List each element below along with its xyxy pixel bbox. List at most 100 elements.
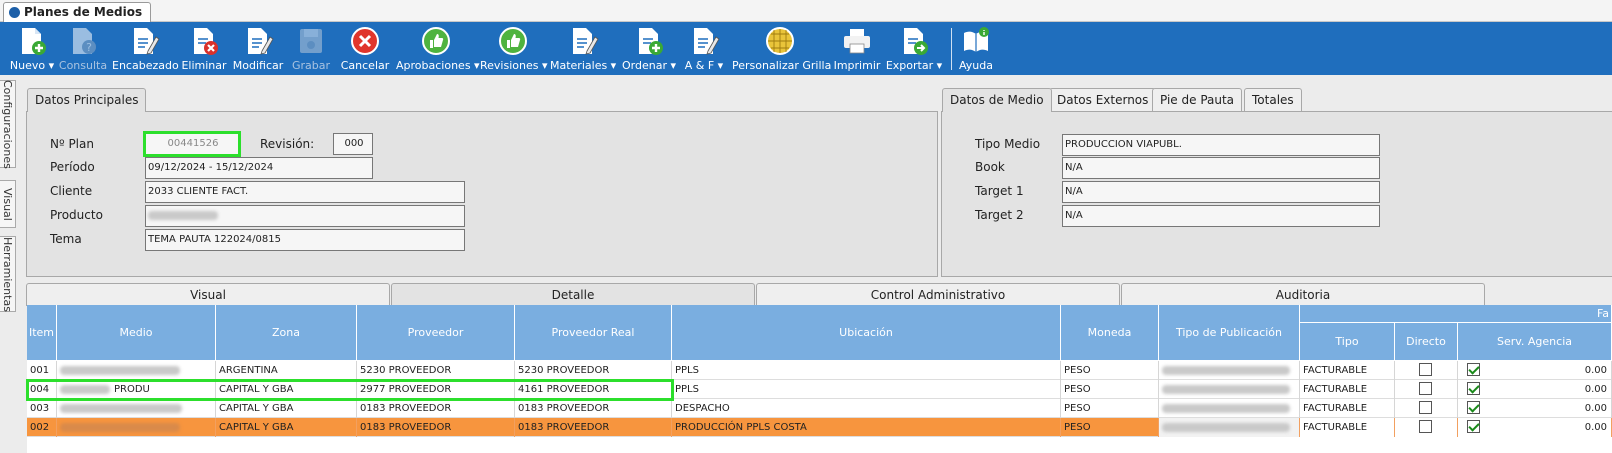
target1-field[interactable]: N/A <box>1062 181 1380 203</box>
svg-text:?: ? <box>86 41 92 54</box>
cell-proveedor-real: 0183 PROVEEDOR <box>515 418 672 437</box>
col-header-item[interactable]: Item <box>27 305 57 361</box>
eliminar-button[interactable]: Eliminar <box>180 22 228 75</box>
revisiones-button[interactable]: Revisiones ▾ <box>480 22 548 75</box>
table-row[interactable]: 003 CAPITAL Y GBA 0183 PROVEEDOR 0183 PR… <box>27 399 1612 418</box>
serv-agencia-checkbox[interactable] <box>1467 401 1480 414</box>
cell-tipo: FACTURABLE <box>1300 418 1395 437</box>
col-header-medio[interactable]: Medio <box>57 305 216 361</box>
serv-agencia-checkbox[interactable] <box>1467 420 1480 433</box>
col-header-tipo[interactable]: Tipo <box>1300 323 1395 361</box>
consulta-button[interactable]: ? Consulta <box>58 22 108 75</box>
cell-zona: CAPITAL Y GBA <box>216 380 357 399</box>
imprimir-button[interactable]: Imprimir <box>832 22 882 75</box>
materiales-button[interactable]: Materiales ▾ <box>550 22 616 75</box>
tab-datos-de-medio-label: Datos de Medio <box>950 93 1044 107</box>
a-y-f-button[interactable]: A & F ▾ <box>682 22 726 75</box>
personalizar-grilla-button[interactable]: Personalizar Grilla <box>732 22 831 75</box>
tab-visual-label: Visual <box>190 288 226 302</box>
cliente-field[interactable]: 2033 CLIENTE FACT. <box>145 181 465 203</box>
redacted-text <box>1162 384 1290 394</box>
side-tab-visual[interactable]: Visual <box>0 180 16 228</box>
modificar-button[interactable]: Modificar <box>230 22 286 75</box>
ayuda-button[interactable]: Ayuda <box>956 22 996 75</box>
tab-pie-de-pauta[interactable]: Pie de Pauta <box>1152 88 1243 111</box>
cell-ubicacion: PPLS <box>672 361 1061 380</box>
book-field[interactable]: N/A <box>1062 157 1380 179</box>
tab-datos-de-medio[interactable]: Datos de Medio <box>942 88 1052 112</box>
cell-amount: 0.00 <box>1584 365 1607 376</box>
cell-proveedor: 5230 PROVEEDOR <box>357 361 515 380</box>
col-header-ubicacion[interactable]: Ubicación <box>672 305 1061 361</box>
table-row[interactable]: 001 ARGENTINA 5230 PROVEEDOR 5230 PROVEE… <box>27 361 1612 380</box>
side-tab-herramientas[interactable]: Herramientas <box>0 236 16 312</box>
col-header-proveedor[interactable]: Proveedor <box>357 305 515 361</box>
target2-label: Target 2 <box>975 208 1024 222</box>
revision-field[interactable]: 000 <box>333 133 373 155</box>
tema-field[interactable]: TEMA PAUTA 122024/0815 <box>145 229 465 251</box>
revisiones-label: Revisiones ▾ <box>480 59 548 72</box>
col-header-directo[interactable]: Directo <box>1395 323 1458 361</box>
directo-checkbox[interactable] <box>1419 401 1432 414</box>
cell-item: 002 <box>27 418 57 437</box>
col-header-tipo-publicacion[interactable]: Tipo de Publicación <box>1159 305 1300 361</box>
tab-datos-principales[interactable]: Datos Principales <box>27 88 147 112</box>
cell-item: 001 <box>27 361 57 380</box>
side-tab-configuraciones[interactable]: Configuraciones <box>0 80 16 168</box>
toolbar-separator <box>951 28 952 70</box>
redacted-text <box>60 403 182 413</box>
doc-delete-icon <box>194 28 218 55</box>
col-header-moneda[interactable]: Moneda <box>1061 305 1159 361</box>
tab-datos-externos[interactable]: Datos Externos <box>1049 88 1157 111</box>
datos-principales-panel: Nº Plan 00441526 Revisión: 000 Período 0… <box>26 111 938 277</box>
serv-agencia-checkbox[interactable] <box>1467 382 1480 395</box>
grabar-label: Grabar <box>291 59 331 72</box>
table-row[interactable]: 004 PRODU CAPITAL Y GBA 2977 PROVEEDOR 4… <box>27 380 1612 399</box>
col-header-zona[interactable]: Zona <box>216 305 357 361</box>
table-row-selected[interactable]: 002 CAPITAL Y GBA 0183 PROVEEDOR 0183 PR… <box>27 418 1612 437</box>
ordenar-button[interactable]: Ordenar ▾ <box>620 22 678 75</box>
doc-add-icon <box>639 28 663 55</box>
cell-item: 004 <box>27 380 57 399</box>
target2-field[interactable]: N/A <box>1062 205 1380 227</box>
cell-serv-agencia: 0.00 <box>1458 418 1612 437</box>
cancel-icon <box>351 27 379 55</box>
serv-agencia-checkbox[interactable] <box>1467 363 1480 376</box>
directo-checkbox[interactable] <box>1419 420 1432 433</box>
tipo-medio-label: Tipo Medio <box>975 137 1041 151</box>
producto-field[interactable] <box>145 205 465 227</box>
periodo-field[interactable]: 09/12/2024 - 15/12/2024 <box>145 157 373 179</box>
col-header-proveedor-real[interactable]: Proveedor Real <box>515 305 672 361</box>
plan-field[interactable]: 00441526 <box>143 131 241 157</box>
periodo-label: Período <box>50 160 95 174</box>
cell-tipo: FACTURABLE <box>1300 380 1395 399</box>
exportar-label: Exportar ▾ <box>885 59 943 72</box>
exportar-button[interactable]: Exportar ▾ <box>884 22 944 75</box>
doc-question-icon: ? <box>73 28 96 54</box>
window-tab-planes-de-medios[interactable]: Planes de Medios <box>3 2 152 22</box>
cell-amount: 0.00 <box>1584 403 1607 414</box>
tab-detalle[interactable]: Detalle <box>391 283 755 306</box>
window-tab-title: Planes de Medios <box>24 5 143 19</box>
directo-checkbox[interactable] <box>1419 363 1432 376</box>
producto-label: Producto <box>50 208 103 222</box>
tab-visual[interactable]: Visual <box>26 283 390 306</box>
encabezado-button[interactable]: Encabezado <box>112 22 179 75</box>
tab-control-administrativo[interactable]: Control Administrativo <box>756 283 1120 306</box>
tab-detalle-label: Detalle <box>551 288 595 302</box>
tab-auditoria[interactable]: Auditoria <box>1121 283 1485 306</box>
nuevo-button[interactable]: Nuevo ▾ <box>8 22 56 75</box>
ayuda-label: Ayuda <box>959 59 993 72</box>
col-header-serv-agencia[interactable]: Serv. Agencia <box>1458 323 1612 361</box>
tipo-medio-field[interactable]: PRODUCCION VIAPUBL. <box>1062 134 1380 156</box>
tema-label: Tema <box>50 232 82 246</box>
cell-tipo-publicacion <box>1159 418 1300 437</box>
cancelar-button[interactable]: Cancelar <box>338 22 392 75</box>
cell-ubicacion: DESPACHO <box>672 399 1061 418</box>
tab-totales[interactable]: Totales <box>1244 88 1302 111</box>
cell-moneda: PESO <box>1061 418 1159 437</box>
aprobaciones-button[interactable]: Aprobaciones ▾ <box>396 22 480 75</box>
window-tab-strip: Planes de Medios <box>0 0 1612 22</box>
directo-checkbox[interactable] <box>1419 382 1432 395</box>
grabar-button[interactable]: Grabar <box>288 22 334 75</box>
